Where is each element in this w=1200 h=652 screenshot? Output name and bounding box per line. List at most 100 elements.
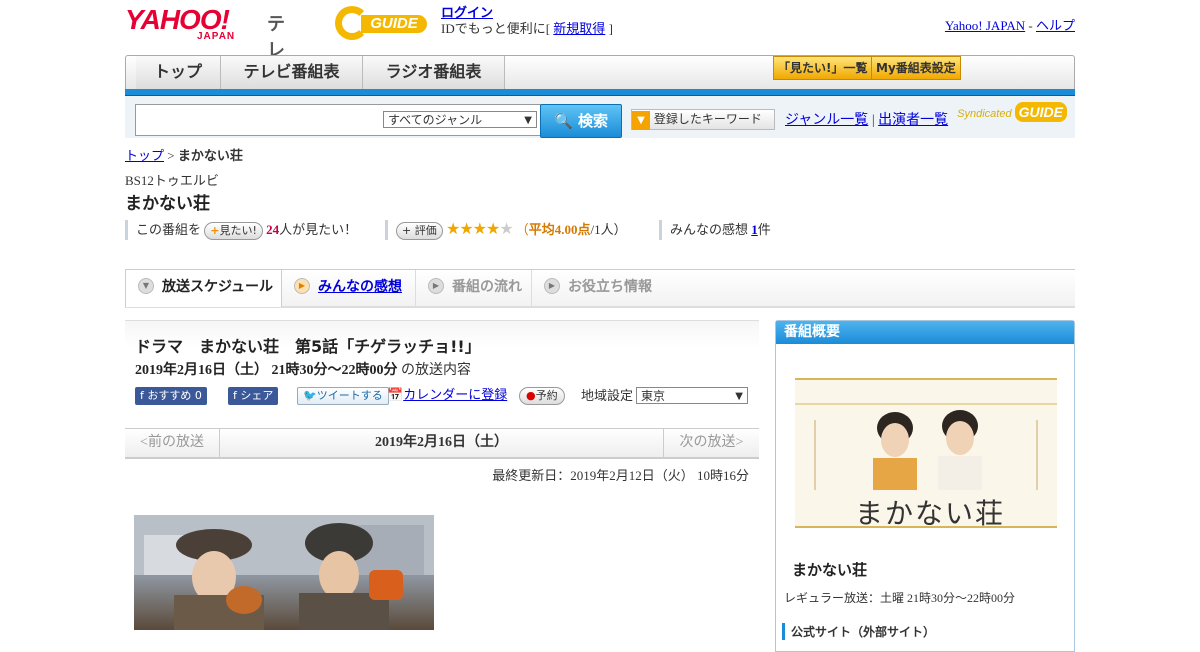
poster-title: まかない荘 xyxy=(855,497,1006,528)
signup-link[interactable]: 新規取得 xyxy=(553,21,605,36)
login-link[interactable]: ログイン xyxy=(441,5,493,20)
registered-keyword-label: 登録したキーワード xyxy=(653,112,762,126)
genre-select-value: すべてのジャンル xyxy=(388,113,483,127)
twitter-icon: 🐦 xyxy=(303,389,317,402)
tab-impressions[interactable]: ▶ みんなの感想 xyxy=(282,270,416,306)
help-link[interactable]: ヘルプ xyxy=(1036,18,1075,33)
calendar-icon: 📅 xyxy=(387,388,404,403)
impressions-suffix: 件 xyxy=(757,222,771,237)
next-broadcast-link[interactable]: 次の放送> xyxy=(663,429,759,457)
star-filled-icon: ★ xyxy=(459,221,473,238)
header-separator: - xyxy=(1025,18,1036,33)
program-summary-panel: 番組概要 まかない荘 まかない荘 レギュラー放送：土曜 21時30分～22時00… xyxy=(775,320,1075,652)
play-icon: ▶ xyxy=(294,278,310,294)
search-button-label: 検索 xyxy=(577,112,608,130)
syndicated-gguide-text: GUIDE xyxy=(1014,102,1067,122)
tab-useful-info[interactable]: ▶ お役立ち情報 xyxy=(532,270,666,306)
channel-name: BS12トゥエルビ xyxy=(125,173,219,188)
mitai-button[interactable]: +見たい! xyxy=(204,222,263,241)
star-filled-icon: ★ xyxy=(472,221,487,238)
summary-program-name: まかない荘 xyxy=(792,561,868,579)
rate-button[interactable]: + 評価 xyxy=(396,222,443,241)
breadcrumb-separator: > xyxy=(164,148,178,163)
rating-summary: （平均4.00点/1人） xyxy=(516,222,627,237)
play-icon: ▶ xyxy=(428,278,444,294)
tab-program-flow[interactable]: ▶ 番組の流れ xyxy=(416,270,532,306)
rating-open-paren: （ xyxy=(515,222,529,237)
last-updated: 最終更新日：2019年2月12日（火） 10時16分 xyxy=(492,468,749,483)
rate-button-label: 評価 xyxy=(414,224,437,238)
episode-photo xyxy=(134,515,434,630)
tweet-label: ツイートする xyxy=(316,389,383,402)
breadcrumb: トップ > まかない荘 xyxy=(125,145,243,164)
rating-label: 平均 xyxy=(528,222,555,237)
main-nav: トップ テレビ番組表 ラジオ番組表 「見たい!」一覧 My番組表設定 xyxy=(125,55,1075,91)
regular-broadcast-info: レギュラー放送：土曜 21時30分～22時00分 xyxy=(784,591,1016,605)
calendar-link[interactable]: 📅カレンダーに登録 xyxy=(387,387,507,405)
syndicated-text: Syndicated xyxy=(957,108,1012,120)
links-divider: | xyxy=(871,113,875,128)
tab-top[interactable]: トップ xyxy=(136,56,221,90)
nav-accent-bar xyxy=(125,89,1075,96)
my-schedule-button[interactable]: My番組表設定 xyxy=(871,56,961,80)
program-poster: まかない荘 xyxy=(795,378,1057,528)
mitai-list-button[interactable]: 「見たい!」一覧 xyxy=(773,56,873,80)
recommend-button[interactable]: f おすすめ 0 xyxy=(135,387,207,405)
yahoo-japan-tv-logo[interactable]: YAHOO! JAPAN テレビ xyxy=(125,6,285,88)
dropdown-triangle-icon: ▼ xyxy=(632,111,650,130)
share-label: シェア xyxy=(240,389,274,402)
tweet-button[interactable]: 🐦ツイートする xyxy=(297,387,389,405)
rating-count: /1人） xyxy=(590,222,627,237)
episode-datetime: 2019年2月16日（土） 21時30分～22時00分 xyxy=(135,363,398,378)
genre-select[interactable]: すべてのジャンル ▼ xyxy=(383,111,537,128)
page-title: まかない荘 xyxy=(125,194,210,214)
reserve-button[interactable]: ●予約 xyxy=(519,387,565,405)
rating-stars: ★★★★★ xyxy=(446,221,516,238)
tab-impressions-label: みんなの感想 xyxy=(318,279,402,295)
region-select-value: 東京 xyxy=(641,389,666,403)
tab-radio-schedule[interactable]: ラジオ番組表 xyxy=(363,56,505,90)
breadcrumb-top-link[interactable]: トップ xyxy=(125,148,164,163)
mitai-count: 24 xyxy=(266,222,280,237)
yahoo-japan-link[interactable]: Yahoo! JAPAN xyxy=(945,18,1025,33)
prev-broadcast-link[interactable]: <前の放送 xyxy=(125,429,220,457)
episode-panel: ドラマ まかない荘 第5話「チゲラッチョ!!」 2019年2月16日（土） 21… xyxy=(125,320,759,413)
star-empty-icon: ★ xyxy=(499,221,513,238)
tab-program-flow-label: 番組の流れ xyxy=(452,279,522,295)
play-icon: ▶ xyxy=(544,278,560,294)
mitai-suffix: 人が見たい！ xyxy=(279,222,358,237)
tab-broadcast-schedule[interactable]: ▼ 放送スケジュール xyxy=(125,269,282,307)
chevron-down-icon: ▼ xyxy=(735,391,743,402)
tab-tv-schedule[interactable]: テレビ番組表 xyxy=(221,56,363,90)
gguide-word: GUIDE xyxy=(361,15,427,33)
plus-icon: + xyxy=(402,224,412,238)
rating-stat: + 評価 ★★★★★ （平均4.00点/1人） xyxy=(385,220,627,241)
impressions-stat: みんなの感想 1件 xyxy=(659,220,771,240)
genre-list-link[interactable]: ジャンル一覧 xyxy=(785,113,868,128)
tab-useful-info-label: お役立ち情報 xyxy=(568,279,652,295)
broadcast-pager: <前の放送 2019年2月16日（土） 次の放送> xyxy=(125,428,759,459)
summary-header: 番組概要 xyxy=(776,321,1074,344)
gguide-logo[interactable]: GUIDE xyxy=(335,6,431,40)
episode-datetime-line: 2019年2月16日（土） 21時30分～22時00分 の放送内容 xyxy=(135,359,471,379)
search-button[interactable]: 🔍 検索 xyxy=(540,104,622,138)
episode-photo-art xyxy=(134,515,434,630)
chevron-down-icon: ▼ xyxy=(138,278,154,294)
cast-list-link[interactable]: 出演者一覧 xyxy=(878,113,948,128)
login-bracket: ] xyxy=(605,21,613,36)
search-links: ジャンル一覧 | 出演者一覧 xyxy=(785,109,948,129)
region-select[interactable]: 東京 ▼ xyxy=(636,387,748,404)
recommend-label: おすすめ 0 xyxy=(147,389,202,402)
star-filled-icon: ★ xyxy=(445,221,460,238)
login-prompt: IDでもっと便利に[ xyxy=(441,21,554,36)
star-filled-icon: ★ xyxy=(486,221,500,238)
reserve-label: 予約 xyxy=(535,389,558,402)
poster-art xyxy=(795,403,1057,490)
search-bar: すべてのジャンル ▼ 🔍 検索 ▼ 登録したキーワード ジャンル一覧 | 出演者… xyxy=(125,96,1075,138)
search-icon: 🔍 xyxy=(554,112,573,130)
this-program-label: この番組を xyxy=(136,222,202,237)
rating-value: 4.00点 xyxy=(554,222,591,237)
impressions-label: みんなの感想 xyxy=(670,222,752,237)
share-button[interactable]: f シェア xyxy=(228,387,279,405)
registered-keyword-button[interactable]: ▼ 登録したキーワード xyxy=(631,109,775,130)
